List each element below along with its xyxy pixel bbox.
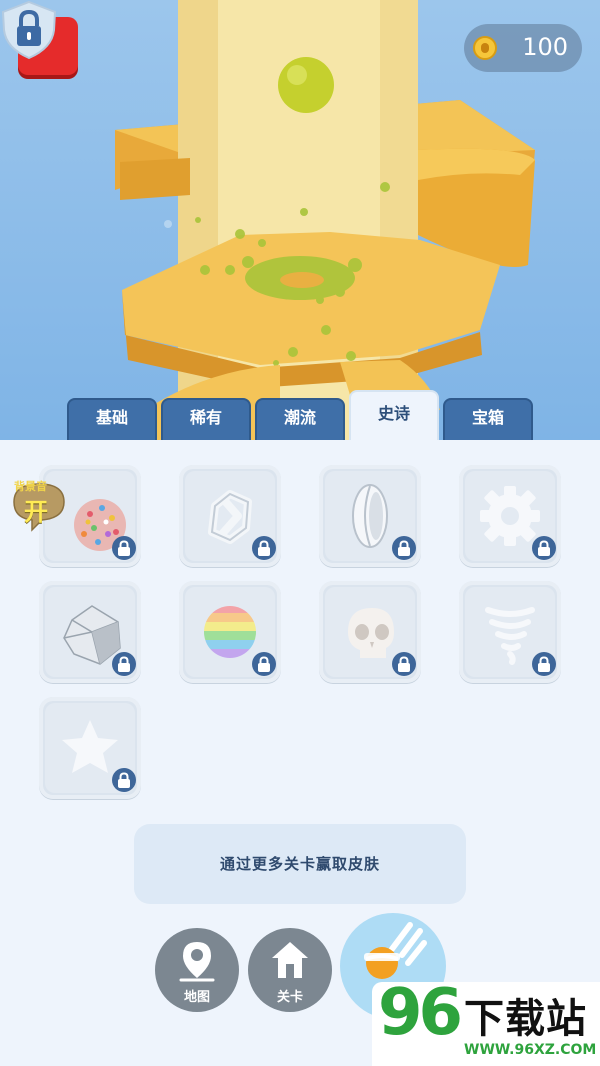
coin-icon [473,36,497,60]
skin-slot[interactable] [39,697,141,799]
tab-chest[interactable]: 宝箱 [443,398,533,440]
home-icon [272,942,308,978]
coin-count: 100 [522,33,568,61]
lock-icon [252,652,276,676]
skin-slot[interactable] [319,581,421,683]
tab-basic[interactable]: 基础 [67,398,157,440]
site-watermark: 96 下载站 WWW.96XZ.COM [372,976,600,1066]
lock-icon [112,652,136,676]
shield-lock-icon[interactable] [0,0,58,60]
coin-counter: 100 [464,24,582,72]
skin-slot[interactable] [459,581,561,683]
skin-slot[interactable] [179,465,281,567]
unlock-hint: 通过更多关卡赢取皮肤 [134,824,466,904]
watermark-number: 96 [378,976,463,1050]
music-state: 开 [24,498,48,526]
watermark-url: WWW.96XZ.COM [464,1042,597,1058]
levels-label: 关卡 [276,990,303,1005]
music-toggle-bubble[interactable]: 背景音 开 [10,480,68,532]
lock-icon [532,652,556,676]
tab-trend[interactable]: 潮流 [255,398,345,440]
tab-rare[interactable]: 稀有 [161,398,251,440]
map-pin-icon [179,942,215,982]
skin-slot[interactable] [179,581,281,683]
tab-epic[interactable]: 史诗 [349,390,439,440]
lock-icon [112,536,136,560]
lock-icon [392,652,416,676]
skin-slot[interactable] [459,465,561,567]
game-scene: 100 [0,0,600,440]
map-button[interactable]: 地图 [155,928,239,1012]
skin-slot[interactable] [39,581,141,683]
lock-icon [252,536,276,560]
lock-icon [532,536,556,560]
lock-icon [392,536,416,560]
map-label: 地图 [183,990,210,1005]
watermark-title: 下载站 [464,996,587,1042]
levels-button[interactable]: 关卡 [248,928,332,1012]
lock-icon [112,768,136,792]
skin-slot[interactable] [319,465,421,567]
